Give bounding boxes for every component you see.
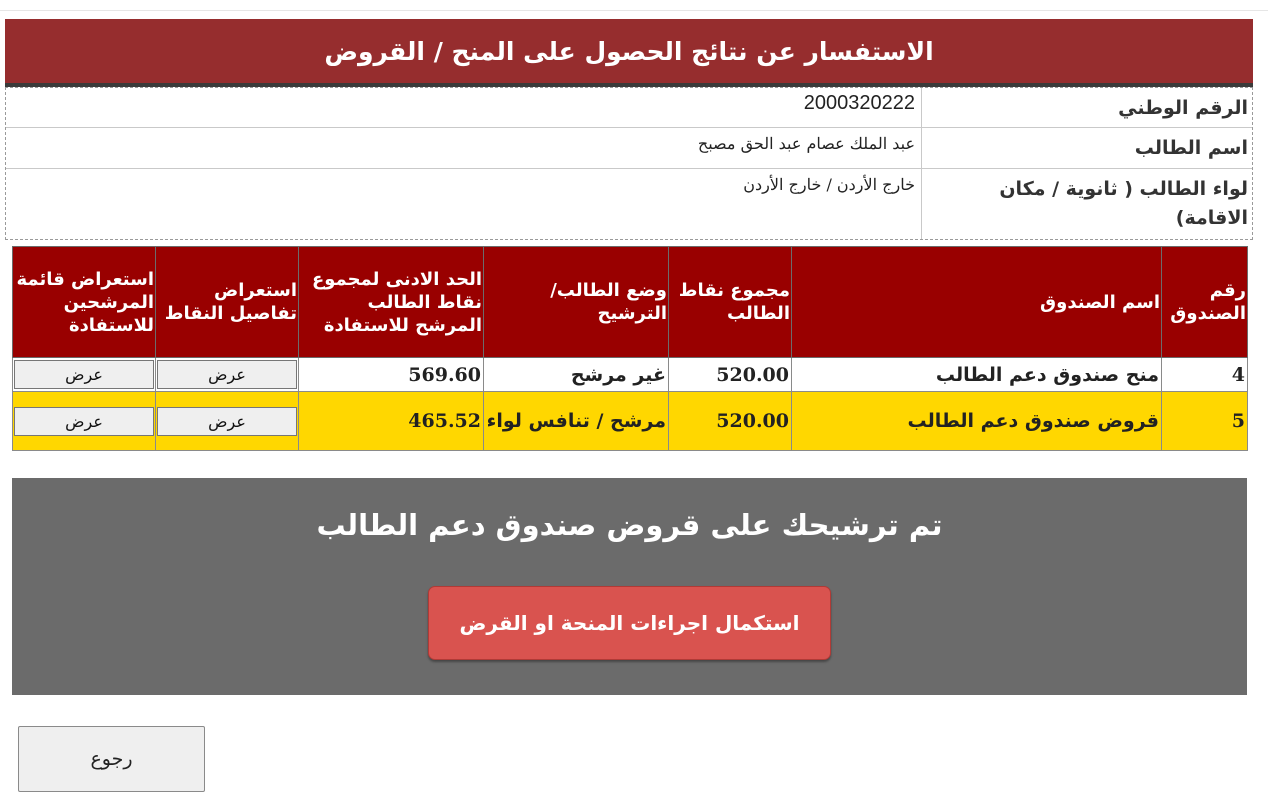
list-button-cell: عرض [12,391,156,451]
student-name-value: عبد الملك عصام عبد الحق مصبح [697,134,915,153]
national-id-row: الرقم الوطني 2000320222 [6,88,1252,128]
page-header: الاستفسار عن نتائج الحصول على المنح / ال… [5,19,1253,87]
status-cell: غير مرشح [483,357,669,392]
district-row: لواء الطالب ( ثانوية / مكان الاقامة) خار… [6,169,1252,239]
col-header-fund-no: رقم الصندوق [1161,246,1248,358]
student-name-row: اسم الطالب عبد الملك عصام عبد الحق مصبح [6,128,1252,169]
table-row: 4 منح صندوق دعم الطالب 520.00 غير مرشح 5… [12,357,1248,392]
col-header-student-points: مجموع نقاط الطالب [668,246,792,358]
details-button-cell: عرض [155,391,299,451]
top-divider [0,10,1268,11]
details-button-cell: عرض [155,357,299,392]
min-points-cell: 569.60 [298,357,484,392]
student-points-cell: 520.00 [668,357,792,392]
col-header-candidates-list: استعراض قائمة المرشحين للاستفادة [12,246,156,358]
funds-table: رقم الصندوق اسم الصندوق مجموع نقاط الطال… [12,246,1248,451]
fund-no-cell: 4 [1161,357,1248,392]
col-header-fund-name: اسم الصندوق [791,246,1162,358]
national-id-value: 2000320222 [803,92,915,114]
status-cell: مرشح / تنافس لواء [483,391,669,451]
view-candidates-list-button[interactable]: عرض [14,360,154,389]
view-points-details-button[interactable]: عرض [157,406,297,436]
district-label: لواء الطالب ( ثانوية / مكان الاقامة) [921,169,1252,239]
nomination-panel: تم ترشيحك على قروض صندوق دعم الطالب استك… [12,478,1247,695]
min-points-cell: 465.52 [298,391,484,451]
district-value: خارج الأردن / خارج الأردن [743,175,915,194]
page-title: الاستفسار عن نتائج الحصول على المنح / ال… [324,36,934,66]
student-info-table: الرقم الوطني 2000320222 اسم الطالب عبد ا… [5,87,1253,240]
col-header-min-points: الحد الادنى لمجموع نقاط الطالب المرشح لل… [298,246,484,358]
student-name-label: اسم الطالب [921,128,1252,168]
back-button[interactable]: رجوع [18,726,205,792]
table-row: 5 قروض صندوق دعم الطالب 520.00 مرشح / تن… [12,391,1248,451]
complete-procedures-button[interactable]: استكمال اجراءات المنحة او القرض [428,586,831,660]
student-points-cell: 520.00 [668,391,792,451]
view-candidates-list-button[interactable]: عرض [14,406,154,436]
fund-no-cell: 5 [1161,391,1248,451]
fund-name-cell: قروض صندوق دعم الطالب [791,391,1162,451]
fund-name-cell: منح صندوق دعم الطالب [791,357,1162,392]
col-header-points-details: استعراض تفاصيل النقاط [155,246,299,358]
list-button-cell: عرض [12,357,156,392]
national-id-label: الرقم الوطني [921,88,1252,127]
nomination-message: تم ترشيحك على قروض صندوق دعم الطالب [316,508,943,542]
funds-header-row: رقم الصندوق اسم الصندوق مجموع نقاط الطال… [12,246,1248,358]
view-points-details-button[interactable]: عرض [157,360,297,389]
col-header-status: وضع الطالب/ الترشيح [483,246,669,358]
